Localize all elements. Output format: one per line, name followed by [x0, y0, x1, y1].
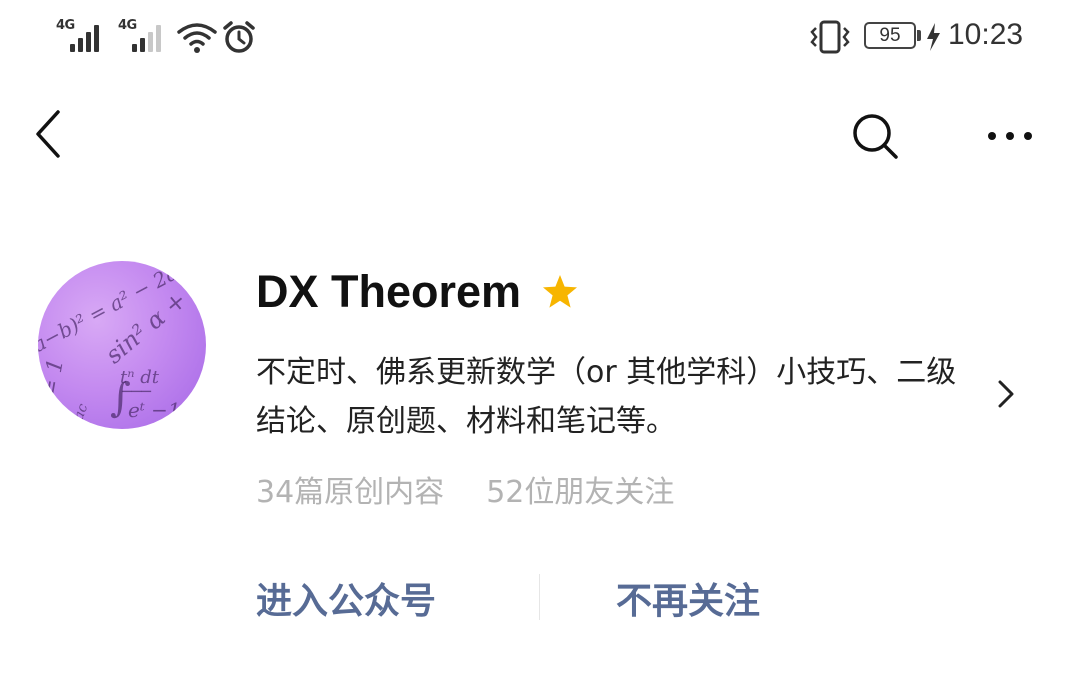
- alarm-icon: [223, 21, 255, 53]
- vibrate-icon: [810, 20, 850, 54]
- avatar[interactable]: a−b)² = a² − 2ab sin² α + tⁿ dt ─── eᵗ −…: [38, 261, 206, 429]
- signal-1: 4G: [56, 18, 108, 52]
- chevron-right-icon[interactable]: [995, 378, 1017, 410]
- signal-icon: [132, 22, 168, 52]
- wifi-icon: [177, 23, 217, 53]
- search-icon[interactable]: [846, 108, 904, 166]
- svg-text:ac: ac: [71, 402, 92, 423]
- account-stats: 34篇原创内容 52位朋友关注: [256, 467, 674, 511]
- avatar-math-formulas-image: a−b)² = a² − 2ab sin² α + tⁿ dt ─── eᵗ −…: [38, 261, 193, 423]
- followers-count: 52位朋友关注: [486, 475, 675, 510]
- account-name: DX Theorem: [256, 266, 522, 317]
- chevron-left-icon[interactable]: [26, 106, 76, 162]
- status-time: 10:23: [948, 18, 1024, 51]
- more-dots-icon[interactable]: [984, 116, 1036, 156]
- signal-icon: [70, 22, 106, 52]
- star-icon: [543, 275, 577, 308]
- battery-cap: [917, 30, 921, 41]
- status-bar: 4G 4G 95 10:23: [0, 0, 1080, 80]
- account-description: 不定时、佛系更新数学（or 其他学科）小技巧、二级结论、原创题、材料和笔记等。: [256, 355, 957, 439]
- svg-text:= 1: = 1: [38, 357, 69, 400]
- svg-text:∫: ∫: [110, 375, 131, 421]
- charging-icon: [927, 23, 940, 51]
- svg-text:eᵗ −1: eᵗ −1: [128, 398, 181, 422]
- battery-icon: 95: [864, 22, 916, 49]
- battery-level: 95: [879, 25, 901, 46]
- account-profile-screen: 4G 4G 95 10:23 a−b)² = a² − 2ab sin² α +…: [0, 0, 1080, 689]
- unfollow-button[interactable]: 不再关注: [616, 572, 760, 624]
- signal-2: 4G: [118, 18, 170, 52]
- enter-account-button[interactable]: 进入公众号: [256, 572, 436, 624]
- actions-divider: [539, 574, 540, 620]
- original-posts-count: 34篇原创内容: [256, 475, 445, 510]
